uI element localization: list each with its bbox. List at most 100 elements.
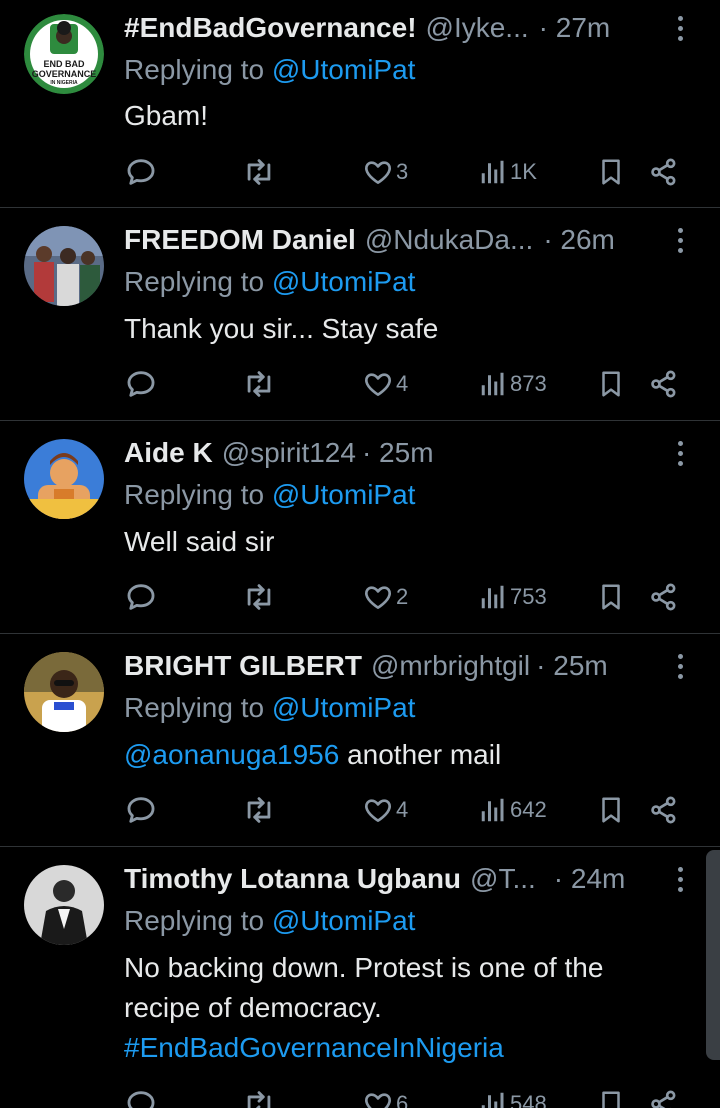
view-count: 753 xyxy=(510,584,547,609)
reply-icon xyxy=(124,793,158,827)
avatar-photo xyxy=(24,865,104,945)
more-icon[interactable] xyxy=(670,647,690,685)
bookmark-button[interactable] xyxy=(596,577,626,617)
display-name[interactable]: Aide K xyxy=(124,437,213,469)
retweet-button[interactable] xyxy=(242,790,276,830)
user-handle[interactable]: @mrbrightgil xyxy=(371,650,530,682)
replying-to-mention[interactable]: @UtomiPat xyxy=(272,479,416,510)
text-content: another mail xyxy=(339,739,502,770)
share-button[interactable] xyxy=(648,577,680,617)
more-icon[interactable] xyxy=(670,860,690,898)
display-name[interactable]: #EndBadGovernance! xyxy=(124,12,417,44)
avatar[interactable] xyxy=(24,439,104,519)
timestamp[interactable]: · 27m xyxy=(539,12,611,44)
retweet-icon xyxy=(242,155,276,189)
replying-to-label: Replying to xyxy=(124,692,272,723)
timestamp[interactable]: · 24m xyxy=(554,863,626,895)
action-bar: 4 642 xyxy=(124,790,684,830)
replying-to-mention[interactable]: @UtomiPat xyxy=(272,905,416,936)
like-button[interactable]: 2 xyxy=(362,577,408,617)
hashtag-link[interactable]: #EndBadGovernanceInNigeria xyxy=(124,1028,680,1068)
retweet-button[interactable] xyxy=(242,1084,276,1108)
timestamp[interactable]: · 25m xyxy=(362,437,434,469)
bookmark-icon xyxy=(596,581,626,613)
views-button[interactable]: 548 xyxy=(478,1084,547,1108)
tweet-3[interactable]: BRIGHT GILBERT @mrbrightgil · 25m Replyi… xyxy=(0,634,720,847)
replying-to-label: Replying to xyxy=(124,266,272,297)
timestamp[interactable]: · 25m xyxy=(536,650,608,682)
retweet-icon xyxy=(242,1087,276,1108)
tweet-4[interactable]: Timothy Lotanna Ugbanu @T... · 24m Reply… xyxy=(0,847,720,1108)
reply-button[interactable] xyxy=(124,790,158,830)
reply-button[interactable] xyxy=(124,152,158,192)
like-button[interactable]: 3 xyxy=(362,152,408,192)
tweet-text: Gbam! xyxy=(124,100,209,131)
heart-icon xyxy=(362,1088,394,1108)
tweet-0[interactable]: END BAD GOVERNANCE IN NIGERIA #EndBadGov… xyxy=(0,0,720,208)
views-button[interactable]: 753 xyxy=(478,577,547,617)
views-button[interactable]: 873 xyxy=(478,364,547,404)
like-button[interactable]: 4 xyxy=(362,364,408,404)
reply-button[interactable] xyxy=(124,364,158,404)
action-bar: 3 1K xyxy=(124,152,684,192)
like-button[interactable]: 4 xyxy=(362,790,408,830)
reply-button[interactable] xyxy=(124,577,158,617)
retweet-button[interactable] xyxy=(242,152,276,192)
tweet-header: FREEDOM Daniel @NdukaDa... · 26m xyxy=(124,221,690,259)
retweet-button[interactable] xyxy=(242,364,276,404)
heart-icon xyxy=(362,156,394,188)
user-handle[interactable]: @NdukaDa... xyxy=(365,224,534,256)
views-button[interactable]: 1K xyxy=(478,152,537,192)
replying-to: Replying to @UtomiPat xyxy=(124,54,415,86)
bookmark-button[interactable] xyxy=(596,1084,626,1108)
display-name[interactable]: BRIGHT GILBERT xyxy=(124,650,362,682)
avatar[interactable]: END BAD GOVERNANCE IN NIGERIA xyxy=(24,14,104,94)
avatar[interactable] xyxy=(24,865,104,945)
bookmark-button[interactable] xyxy=(596,152,626,192)
tweet-1[interactable]: FREEDOM Daniel @NdukaDa... · 26m Replyin… xyxy=(0,208,720,421)
display-name[interactable]: FREEDOM Daniel xyxy=(124,224,356,256)
retweet-icon xyxy=(242,367,276,401)
retweet-button[interactable] xyxy=(242,577,276,617)
views-icon xyxy=(478,1089,508,1108)
replying-to-mention[interactable]: @UtomiPat xyxy=(272,692,416,723)
avatar-text-line-2: GOVERNANCE xyxy=(32,69,97,79)
avatar-end-bad-governance: END BAD GOVERNANCE IN NIGERIA xyxy=(24,14,104,94)
scrollbar[interactable] xyxy=(706,850,720,1060)
avatar[interactable] xyxy=(24,226,104,306)
tweet-text: @aonanuga1956 another mail xyxy=(124,735,680,775)
heart-icon xyxy=(362,368,394,400)
like-button[interactable]: 6 xyxy=(362,1084,408,1108)
share-button[interactable] xyxy=(648,364,680,404)
share-button[interactable] xyxy=(648,1084,680,1108)
more-icon[interactable] xyxy=(670,9,690,47)
display-name[interactable]: Timothy Lotanna Ugbanu xyxy=(124,863,461,895)
reply-icon xyxy=(124,367,158,401)
bookmark-button[interactable] xyxy=(596,364,626,404)
views-button[interactable]: 642 xyxy=(478,790,547,830)
bookmark-button[interactable] xyxy=(596,790,626,830)
like-count: 6 xyxy=(396,1091,409,1108)
avatar[interactable] xyxy=(24,652,104,732)
reply-button[interactable] xyxy=(124,1084,158,1108)
replying-to: Replying to @UtomiPat xyxy=(124,266,415,298)
tweet-2[interactable]: Aide K @spirit124 · 25m Replying to @Uto… xyxy=(0,421,720,634)
replying-to-mention[interactable]: @UtomiPat xyxy=(272,266,416,297)
more-icon[interactable] xyxy=(670,221,690,259)
replying-to: Replying to @UtomiPat xyxy=(124,479,415,511)
replying-to-label: Replying to xyxy=(124,479,272,510)
replying-to-mention[interactable]: @UtomiPat xyxy=(272,54,416,85)
bookmark-icon xyxy=(596,156,626,188)
user-handle[interactable]: @Iyke... xyxy=(426,12,529,44)
user-handle[interactable]: @T... xyxy=(470,863,536,895)
timestamp[interactable]: · 26m xyxy=(543,224,615,256)
share-button[interactable] xyxy=(648,152,680,192)
share-icon xyxy=(648,156,680,188)
user-handle[interactable]: @spirit124 xyxy=(222,437,356,469)
more-icon[interactable] xyxy=(670,434,690,472)
share-icon xyxy=(648,794,680,826)
retweet-icon xyxy=(242,793,276,827)
share-button[interactable] xyxy=(648,790,680,830)
text-mention[interactable]: @aonanuga1956 xyxy=(124,739,339,770)
avatar-text-line-3: IN NIGERIA xyxy=(50,80,78,86)
